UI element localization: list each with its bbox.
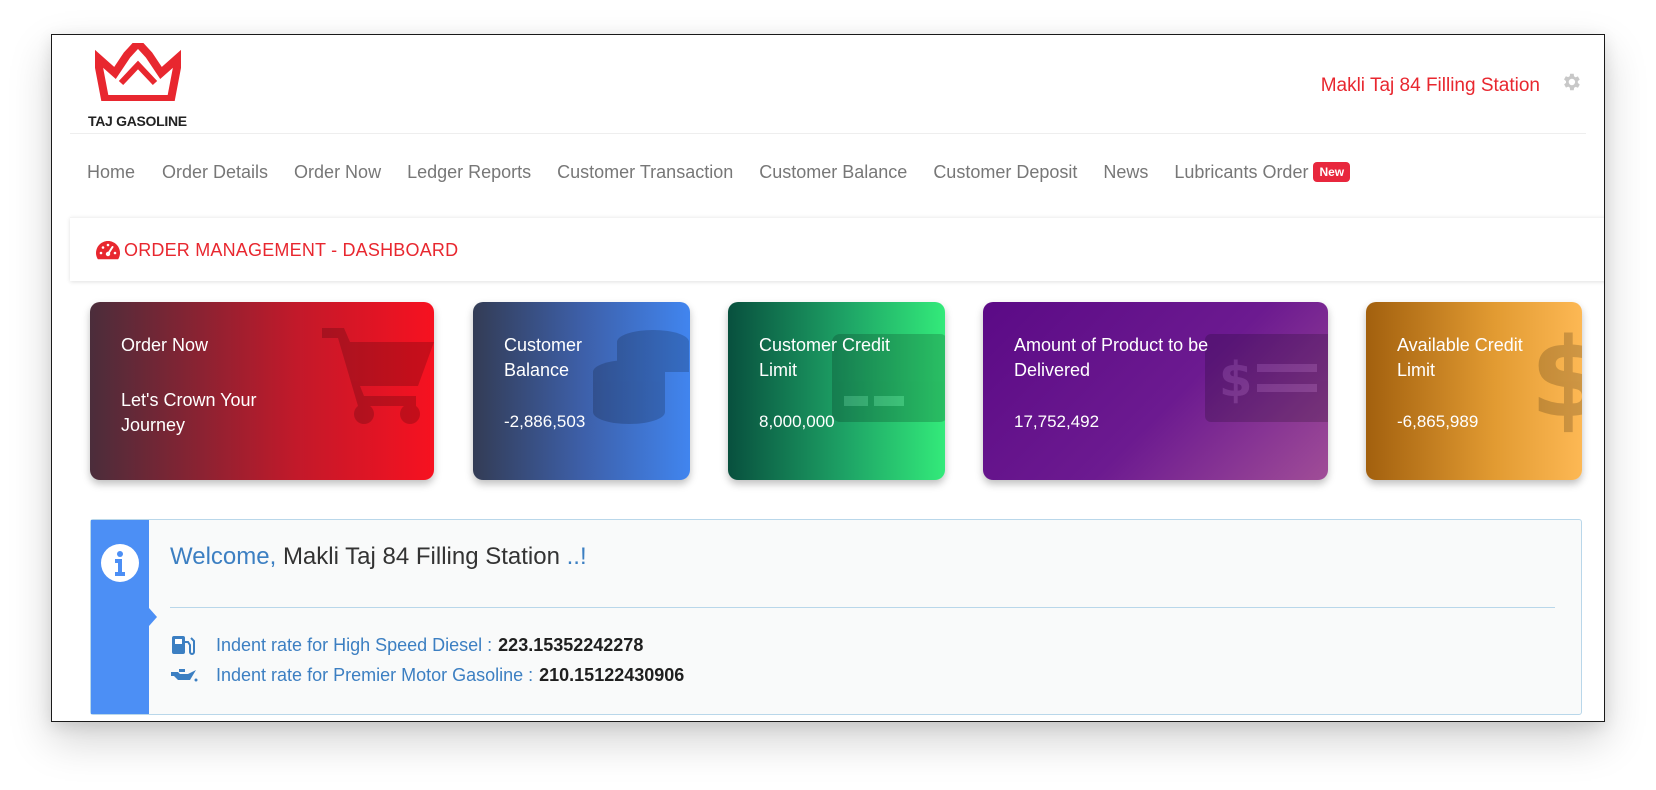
rate-value: 223.15352242278 bbox=[498, 634, 644, 655]
nav-label: Order Details bbox=[162, 161, 269, 182]
nav-customer-balance[interactable]: Customer Balance bbox=[759, 162, 907, 183]
header: TAJ GASOLINE Makli Taj 84 Filling Statio… bbox=[52, 35, 1604, 133]
nav-news[interactable]: News bbox=[1103, 162, 1148, 183]
gear-icon[interactable] bbox=[1560, 71, 1582, 93]
card-value: -2,886,503 bbox=[504, 412, 586, 431]
nav-lubricants-order[interactable]: Lubricants Order New bbox=[1174, 161, 1351, 183]
welcome-station-name: Makli Taj 84 Filling Station bbox=[282, 543, 560, 570]
nav-label: Customer Deposit bbox=[933, 161, 1078, 182]
rate-pmg: Indent rate for Premier Motor Gasoline :… bbox=[170, 664, 684, 686]
nav-order-now[interactable]: Order Now bbox=[294, 162, 381, 183]
header-divider bbox=[70, 133, 1586, 134]
welcome-accent-strip bbox=[91, 520, 157, 714]
nav-label: Lubricants Order bbox=[1174, 161, 1309, 182]
card-label: Customer Credit Limit bbox=[759, 335, 891, 380]
nav-label: Order Now bbox=[294, 161, 382, 182]
card-product-to-deliver[interactable]: $ Amount of Product to be Delivered 17,7… bbox=[983, 302, 1328, 480]
speedometer-icon bbox=[96, 241, 120, 260]
nav-order-details[interactable]: Order Details bbox=[162, 162, 268, 183]
card-value: -6,865,989 bbox=[1397, 412, 1479, 431]
rate-hsd: Indent rate for High Speed Diesel : 223.… bbox=[170, 634, 643, 656]
nav-customer-transaction[interactable]: Customer Transaction bbox=[557, 162, 733, 183]
gas-pump-icon bbox=[172, 636, 195, 655]
welcome-heading: Welcome, Makli Taj 84 Filling Station ..… bbox=[170, 543, 587, 571]
app-window: TAJ GASOLINE Makli Taj 84 Filling Statio… bbox=[51, 34, 1605, 722]
nav-label: Customer Balance bbox=[759, 161, 908, 182]
new-badge: New bbox=[1313, 162, 1351, 182]
welcome-greeting: Welcome, bbox=[170, 543, 277, 570]
card-label: Order Now bbox=[121, 335, 209, 355]
logo-text: TAJ GASOLINE bbox=[88, 113, 187, 129]
oil-can-icon bbox=[171, 669, 198, 682]
rate-label: Indent rate for High Speed Diesel : bbox=[216, 634, 493, 655]
nav-ledger-reports[interactable]: Ledger Reports bbox=[407, 162, 531, 183]
card-label: Customer Balance bbox=[504, 335, 583, 380]
card-customer-credit-limit[interactable]: Customer Credit Limit 8,000,000 bbox=[728, 302, 945, 480]
nav-label: Home bbox=[87, 161, 136, 182]
page-title-panel: ORDER MANAGEMENT - DASHBOARD bbox=[70, 217, 1604, 281]
nav-label: Customer Transaction bbox=[557, 161, 734, 182]
nav-customer-deposit[interactable]: Customer Deposit bbox=[933, 162, 1077, 183]
cart-icon bbox=[322, 328, 434, 424]
card-available-credit-limit[interactable]: $ Available Credit Limit -6,865,989 bbox=[1366, 302, 1582, 480]
nav-label: News bbox=[1103, 161, 1149, 182]
rate-label: Indent rate for Premier Motor Gasoline : bbox=[216, 664, 534, 685]
welcome-divider bbox=[170, 607, 1555, 608]
card-value: 8,000,000 bbox=[759, 412, 835, 431]
nav-label: Ledger Reports bbox=[407, 161, 532, 182]
header-station-name[interactable]: Makli Taj 84 Filling Station bbox=[1321, 75, 1540, 97]
logo[interactable]: TAJ GASOLINE bbox=[88, 43, 208, 129]
welcome-suffix: ..! bbox=[566, 543, 587, 570]
main-nav: Home Order Details Order Now Ledger Repo… bbox=[87, 157, 1376, 187]
card-label: Amount of Product to be Delivered bbox=[1014, 335, 1209, 380]
card-value: 17,752,492 bbox=[1014, 412, 1100, 431]
card-order-now[interactable]: Order Now Let's Crown Your Journey bbox=[90, 302, 434, 480]
card-value: Let's Crown Your Journey bbox=[121, 390, 257, 435]
card-label: Available Credit Limit bbox=[1397, 335, 1523, 380]
nav-home[interactable]: Home bbox=[87, 162, 135, 183]
page-title: ORDER MANAGEMENT - DASHBOARD bbox=[124, 240, 459, 260]
card-customer-balance[interactable]: Customer Balance -2,886,503 bbox=[473, 302, 690, 480]
info-icon bbox=[101, 544, 139, 582]
welcome-panel: Welcome, Makli Taj 84 Filling Station ..… bbox=[90, 519, 1582, 715]
rate-value: 210.15122430906 bbox=[539, 664, 685, 685]
crown-logo-icon bbox=[95, 43, 181, 101]
